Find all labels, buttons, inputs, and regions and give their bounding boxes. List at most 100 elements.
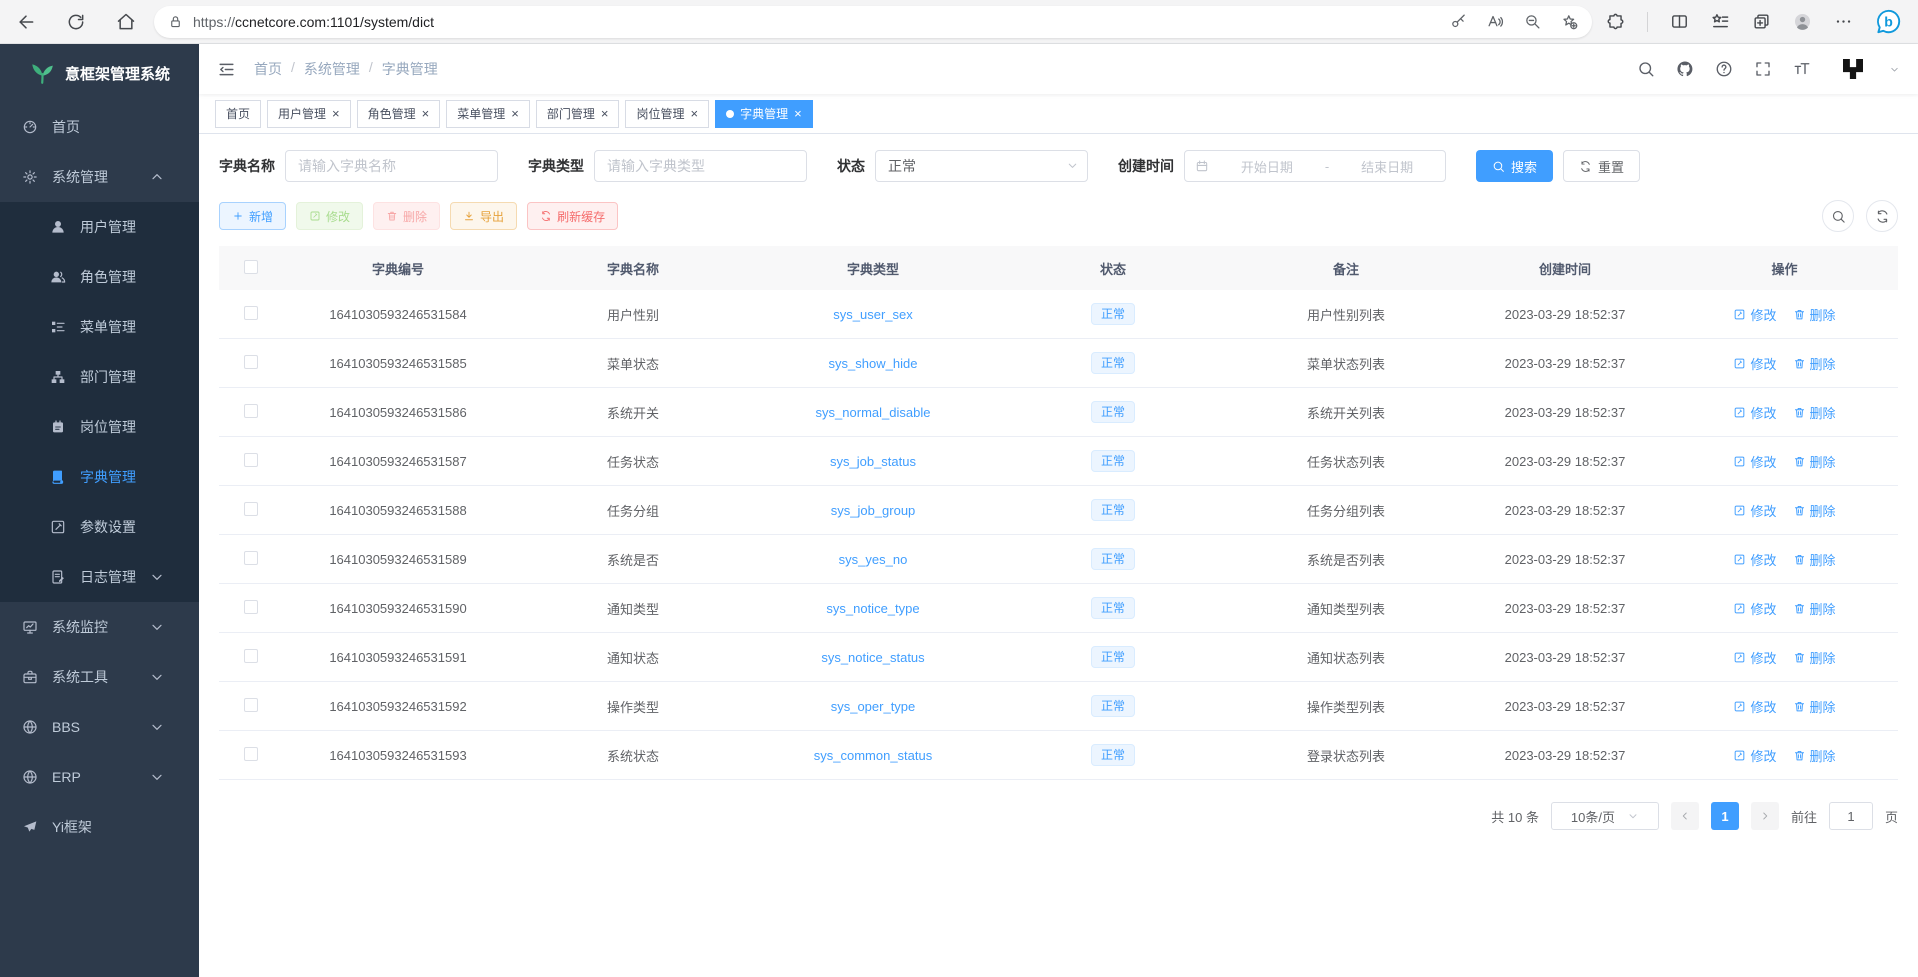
export-button[interactable]: 导出 xyxy=(450,202,517,230)
row-edit-link[interactable]: 修改 xyxy=(1733,452,1776,471)
column-header[interactable]: 状态 xyxy=(993,259,1233,278)
close-icon[interactable]: × xyxy=(794,107,802,120)
next-page-button[interactable] xyxy=(1751,802,1779,830)
more-menu-icon[interactable] xyxy=(1834,12,1853,31)
row-delete-link[interactable]: 删除 xyxy=(1793,550,1836,569)
page-tab[interactable]: 字典管理 × xyxy=(715,100,813,128)
row-delete-link[interactable]: 删除 xyxy=(1793,599,1836,618)
lock-icon[interactable] xyxy=(168,14,183,29)
user-avatar[interactable] xyxy=(1838,54,1868,84)
goto-page-input[interactable] xyxy=(1829,802,1873,830)
help-icon[interactable] xyxy=(1715,60,1733,78)
search-button[interactable]: 搜索 xyxy=(1476,150,1553,182)
row-delete-link[interactable]: 删除 xyxy=(1793,697,1836,716)
favorites-icon[interactable] xyxy=(1711,12,1730,31)
row-edit-link[interactable]: 修改 xyxy=(1733,550,1776,569)
row-checkbox[interactable] xyxy=(244,600,258,614)
row-delete-link[interactable]: 删除 xyxy=(1793,501,1836,520)
header-search-icon[interactable] xyxy=(1637,60,1655,78)
github-icon[interactable] xyxy=(1676,60,1694,78)
row-edit-link[interactable]: 修改 xyxy=(1733,501,1776,520)
page-tab[interactable]: 菜单管理 × xyxy=(446,100,530,128)
sidebar-item[interactable]: 部门管理 xyxy=(0,352,199,402)
refresh-table-button[interactable] xyxy=(1866,200,1898,232)
sidebar-toggle-icon[interactable] xyxy=(217,60,236,79)
sidebar-item[interactable]: Yi框架 xyxy=(0,802,199,852)
toggle-search-button[interactable] xyxy=(1822,200,1854,232)
url-text[interactable]: https://ccnetcore.com:1101/system/dict xyxy=(193,14,1450,30)
row-checkbox[interactable] xyxy=(244,698,258,712)
current-page-button[interactable]: 1 xyxy=(1711,802,1739,830)
dict-type-link[interactable]: sys_job_status xyxy=(830,454,916,469)
collections-icon[interactable] xyxy=(1752,12,1771,31)
delete-button[interactable]: 删除 xyxy=(373,202,440,230)
column-header[interactable]: 备注 xyxy=(1233,259,1459,278)
row-delete-link[interactable]: 删除 xyxy=(1793,305,1836,324)
row-edit-link[interactable]: 修改 xyxy=(1733,305,1776,324)
breadcrumb-item[interactable]: 系统管理 / xyxy=(304,59,382,79)
row-checkbox[interactable] xyxy=(244,551,258,565)
column-header[interactable]: 字典类型 xyxy=(753,259,993,278)
font-size-icon[interactable] xyxy=(1793,60,1811,78)
row-checkbox[interactable] xyxy=(244,404,258,418)
status-select[interactable] xyxy=(875,150,1088,182)
row-delete-link[interactable]: 删除 xyxy=(1793,648,1836,667)
sidebar-item[interactable]: BBS xyxy=(0,702,199,752)
page-tab[interactable]: 用户管理 × xyxy=(267,100,351,128)
add-button[interactable]: 新增 xyxy=(219,202,286,230)
profile-avatar[interactable] xyxy=(1793,12,1812,31)
row-checkbox[interactable] xyxy=(244,453,258,467)
row-checkbox[interactable] xyxy=(244,649,258,663)
dict-name-input[interactable] xyxy=(285,150,498,182)
dict-type-link[interactable]: sys_job_group xyxy=(831,503,916,518)
page-tab[interactable]: 部门管理 × xyxy=(536,100,620,128)
back-icon[interactable] xyxy=(16,12,36,32)
sidebar-item[interactable]: 用户管理 xyxy=(0,202,199,252)
row-delete-link[interactable]: 删除 xyxy=(1793,452,1836,471)
column-header[interactable]: 字典编号 xyxy=(283,259,513,278)
page-tab[interactable]: 岗位管理 × xyxy=(625,100,709,128)
row-delete-link[interactable]: 删除 xyxy=(1793,354,1836,373)
dict-type-link[interactable]: sys_common_status xyxy=(814,748,933,763)
row-edit-link[interactable]: 修改 xyxy=(1733,746,1776,765)
column-header[interactable]: 创建时间 xyxy=(1459,259,1671,278)
fullscreen-icon[interactable] xyxy=(1754,60,1772,78)
sidebar-item[interactable]: 系统工具 xyxy=(0,652,199,702)
dict-type-link[interactable]: sys_yes_no xyxy=(839,552,908,567)
prev-page-button[interactable] xyxy=(1671,802,1699,830)
add-favorite-icon[interactable] xyxy=(1561,13,1578,30)
sidebar-item[interactable]: 菜单管理 xyxy=(0,302,199,352)
breadcrumb-item[interactable]: 首页 / xyxy=(254,59,304,79)
dict-type-link[interactable]: sys_show_hide xyxy=(829,356,918,371)
row-edit-link[interactable]: 修改 xyxy=(1733,354,1776,373)
close-icon[interactable]: × xyxy=(422,107,430,120)
sidebar-item[interactable]: 系统监控 xyxy=(0,602,199,652)
sidebar-item[interactable]: ERP xyxy=(0,752,199,802)
page-tab[interactable]: 角色管理 × xyxy=(357,100,441,128)
sidebar-item[interactable]: 参数设置 xyxy=(0,502,199,552)
close-icon[interactable]: × xyxy=(332,107,340,120)
column-header[interactable]: 字典名称 xyxy=(513,259,753,278)
home-icon[interactable] xyxy=(116,12,136,32)
row-delete-link[interactable]: 删除 xyxy=(1793,403,1836,422)
reset-button[interactable]: 重置 xyxy=(1563,150,1640,182)
dict-type-link[interactable]: sys_user_sex xyxy=(833,307,912,322)
page-size-select[interactable]: 10条/页 xyxy=(1551,802,1659,830)
row-checkbox[interactable] xyxy=(244,747,258,761)
sidebar-item[interactable]: 首页 xyxy=(0,102,199,152)
row-edit-link[interactable]: 修改 xyxy=(1733,648,1776,667)
split-screen-icon[interactable] xyxy=(1670,12,1689,31)
row-delete-link[interactable]: 删除 xyxy=(1793,746,1836,765)
sidebar-item[interactable]: 角色管理 xyxy=(0,252,199,302)
date-range-picker[interactable]: 开始日期 - 结束日期 xyxy=(1184,150,1446,182)
page-tab[interactable]: 首页 xyxy=(215,100,261,128)
bing-chat-icon[interactable]: b xyxy=(1875,8,1902,35)
dict-type-input[interactable] xyxy=(594,150,807,182)
row-edit-link[interactable]: 修改 xyxy=(1733,599,1776,618)
dict-type-link[interactable]: sys_notice_status xyxy=(821,650,924,665)
dict-type-link[interactable]: sys_oper_type xyxy=(831,699,916,714)
select-all-checkbox[interactable] xyxy=(244,260,258,274)
row-checkbox[interactable] xyxy=(244,306,258,320)
row-checkbox[interactable] xyxy=(244,355,258,369)
zoom-out-icon[interactable] xyxy=(1524,13,1541,30)
